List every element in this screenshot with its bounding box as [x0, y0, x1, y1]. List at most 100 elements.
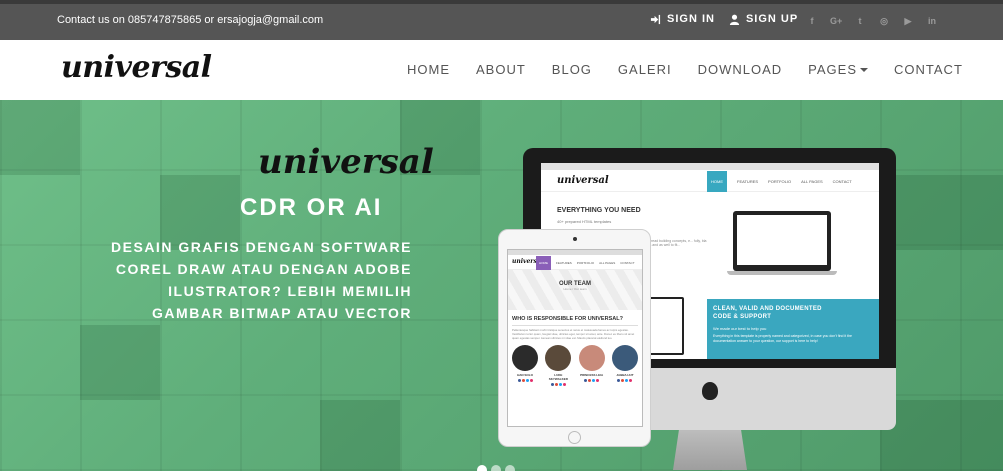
ipad-nav-item: HOME	[536, 255, 551, 270]
nav-download[interactable]: DOWNLOAD	[698, 62, 783, 77]
nav-home[interactable]: HOME	[407, 62, 450, 77]
auth-links: SIGN IN SIGN UP	[650, 13, 798, 25]
twitter-icon[interactable]: t	[854, 15, 866, 27]
team-member-name: LUKE SKYWALKER	[548, 373, 568, 381]
hero-title: CDR OR AI	[240, 194, 383, 221]
youtube-icon[interactable]: ▶	[902, 15, 914, 27]
social-dot-icon	[588, 379, 592, 382]
background-photo-tile	[320, 400, 400, 471]
ipad-camera	[573, 237, 577, 241]
code-monitor-mockup	[648, 297, 684, 355]
mini-nav-item: PORTFOLIO	[768, 178, 792, 184]
carousel-dot[interactable]	[477, 465, 487, 471]
sign-up-link[interactable]: SIGN UP	[729, 13, 798, 25]
imac-stand	[673, 430, 747, 470]
mini-blue-text: Everything in this template is properly …	[713, 334, 852, 343]
mini-nav: HOME FEATURES PORTFOLIO ALL PAGES CONTAC…	[707, 170, 862, 192]
mini-nav-item: HOME	[707, 170, 727, 192]
nav-galeri[interactable]: GALERI	[618, 62, 672, 77]
social-dot-icon	[517, 379, 521, 382]
team-member-avatar	[611, 345, 638, 371]
sign-in-label: SIGN IN	[667, 13, 715, 25]
mini-blue-sub: We made our best to help you	[713, 326, 767, 331]
top-bar: Contact us on 085747875865 or ersajogja@…	[0, 0, 1003, 40]
team-member-avatar	[578, 345, 605, 371]
mini-text: ...with read building concepts, e... ful…	[641, 239, 707, 247]
sign-up-label: SIGN UP	[745, 13, 799, 25]
team-member-name: PRINCESS LEIA	[580, 373, 604, 377]
nav-contact[interactable]: CONTACT	[894, 62, 963, 77]
social-dot-icon	[562, 383, 566, 386]
hero-logo: universal	[258, 142, 434, 182]
ipad-nav-item: ALL PAGES	[599, 260, 616, 265]
nav-about[interactable]: ABOUT	[476, 62, 526, 77]
mini-subheading: 40+ prepared HTML templates	[557, 219, 612, 224]
mini-laptop-screen	[737, 215, 827, 265]
nav-blog[interactable]: BLOG	[552, 62, 592, 77]
ipad-nav-item: CONTACT	[620, 260, 635, 265]
team-member-social-icons	[612, 379, 638, 382]
team-member-card: PRINCESS LEIA	[578, 345, 605, 386]
sign-in-icon	[650, 14, 661, 24]
ipad-who-text: Pellentesque habitant morbi tristique se…	[512, 328, 635, 340]
team-member-social-icons	[579, 379, 605, 382]
social-dot-icon	[554, 383, 558, 386]
mini-blue-heading-1: CLEAN, VALID AND DOCUMENTED	[713, 306, 822, 312]
ipad-site-header: universal HOME FEATURES PORTFOLIO ALL PA…	[508, 255, 642, 270]
team-member-card: LUKE SKYWALKER	[545, 345, 572, 386]
social-dot-icon	[529, 379, 533, 382]
team-member-avatar	[512, 345, 538, 371]
nav-pages-label: PAGES	[808, 62, 858, 77]
carousel-dot[interactable]	[505, 465, 515, 471]
mini-blue-heading: CLEAN, VALID AND DOCUMENTED CODE & SUPPOR…	[713, 305, 822, 321]
background-photo-tile	[0, 100, 80, 175]
linkedin-icon[interactable]: in	[926, 15, 938, 27]
team-member-card: HAN SOLO	[512, 345, 538, 386]
contact-info: Contact us on 085747875865 or ersajogja@…	[57, 14, 324, 26]
social-dot-icon	[525, 379, 529, 382]
social-dot-icon	[550, 383, 554, 386]
site-logo[interactable]: universal	[61, 50, 212, 85]
ipad-team-banner: OUR TEAM Home / Our team	[508, 270, 642, 310]
social-dot-icon	[629, 379, 633, 382]
ipad-who-title: WHO IS RESPONSIBLE FOR UNIVERSAL?	[512, 316, 638, 326]
social-dot-icon	[617, 379, 621, 382]
ipad-team-breadcrumb: Home / Our team	[563, 287, 587, 291]
hero-slider: universal CDR OR AI DESAIN GRAFIS DENGAN…	[0, 100, 1003, 471]
carousel-dot[interactable]	[491, 465, 501, 471]
ipad-screen: universal HOME FEATURES PORTFOLIO ALL PA…	[507, 249, 643, 427]
ipad-team-title: OUR TEAM	[559, 281, 591, 287]
ipad-home-button	[568, 431, 581, 444]
mini-logo: universal	[557, 175, 609, 186]
ipad-nav-item: PORTFOLIO	[576, 260, 595, 265]
main-nav: HOME ABOUT BLOG GALERI DOWNLOAD PAGES CO…	[407, 62, 963, 77]
sign-in-link[interactable]: SIGN IN	[650, 13, 715, 25]
ipad-nav-item: FEATURES	[556, 260, 572, 265]
background-photo-tile	[80, 325, 160, 400]
social-dot-icon	[621, 379, 625, 382]
instagram-icon[interactable]: ◎	[878, 15, 890, 27]
social-dot-icon	[625, 379, 629, 382]
team-member-name: JABBA HUT	[616, 373, 634, 377]
nav-pages-dropdown[interactable]: PAGES	[808, 62, 869, 77]
mini-laptop-image	[727, 211, 837, 275]
mini-nav-item: ALL PAGES	[801, 178, 823, 184]
ipad-mockup: universal HOME FEATURES PORTFOLIO ALL PA…	[498, 229, 651, 447]
google-plus-icon[interactable]: G+	[830, 15, 842, 27]
code-monitor-screen	[650, 299, 682, 353]
background-photo-tile	[880, 400, 1003, 471]
mini-laptop-base	[727, 271, 837, 275]
social-dot-icon	[558, 383, 562, 386]
facebook-icon[interactable]: f	[806, 15, 818, 27]
hero-description: DESAIN GRAFIS DENGAN SOFTWARE COREL DRAW…	[111, 239, 412, 321]
social-dot-icon	[584, 379, 588, 382]
mini-blue-section: CLEAN, VALID AND DOCUMENTED CODE & SUPPOR…	[707, 299, 879, 359]
social-links: f G+ t ◎ ▶ in	[806, 15, 938, 27]
team-member-name: HAN SOLO	[517, 373, 533, 377]
social-dot-icon	[521, 379, 525, 382]
user-icon	[729, 14, 740, 25]
mini-heading: EVERYTHING YOU NEED	[557, 207, 641, 214]
browser-bar	[541, 163, 879, 170]
team-member-social-icons	[512, 379, 538, 382]
background-photo-tile	[880, 175, 1003, 250]
